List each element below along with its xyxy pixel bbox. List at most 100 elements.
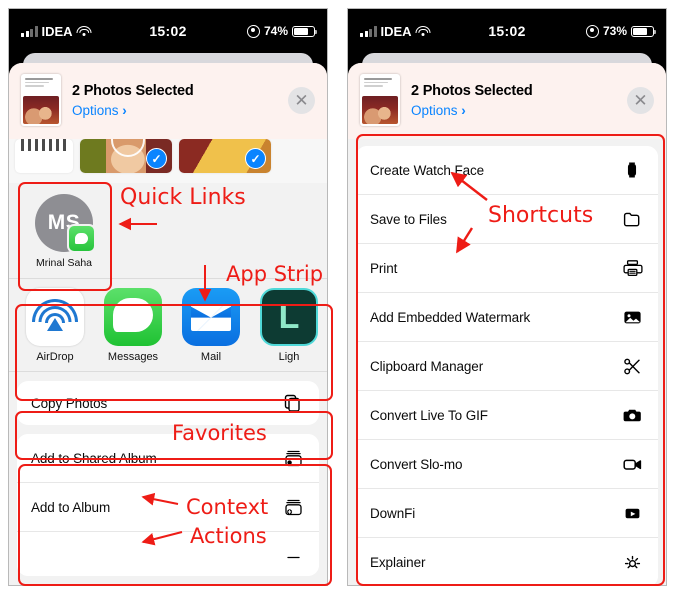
copy-icon bbox=[281, 391, 305, 415]
camera-icon bbox=[620, 403, 644, 427]
partial-row-icon bbox=[281, 542, 305, 566]
row-label: Add Embedded Watermark bbox=[370, 309, 531, 325]
sheet-title: 2 Photos Selected bbox=[72, 82, 194, 99]
row-label: Convert Slo-mo bbox=[370, 456, 463, 472]
row-label: Clipboard Manager bbox=[370, 358, 484, 374]
row-label: Copy Photos bbox=[31, 395, 108, 411]
list-item[interactable]: Convert Slo-mo bbox=[356, 440, 658, 489]
scissors-icon bbox=[620, 354, 644, 378]
photo-thumbnail bbox=[360, 74, 400, 126]
app-lightroom[interactable]: L Ligh bbox=[259, 288, 319, 363]
cellular-bars-icon bbox=[21, 25, 38, 37]
options-label: Options bbox=[411, 102, 458, 118]
quick-link-name: Mrinal Saha bbox=[35, 257, 93, 269]
shortcuts-card: Create Watch Face Save to Files Print Ad… bbox=[356, 146, 658, 585]
list-item[interactable]: Add to Shared Album bbox=[17, 434, 319, 484]
wifi-icon bbox=[76, 25, 92, 37]
play-icon bbox=[620, 501, 644, 525]
context-actions-card: Add to Shared Album Add to Album bbox=[17, 434, 319, 577]
selected-check-icon: ✓ bbox=[146, 148, 167, 169]
share-sheet-body: 2 Photos Selected Options › ✕ Create Wat… bbox=[348, 63, 666, 585]
app-label: Messages bbox=[107, 351, 159, 364]
folder-icon bbox=[620, 207, 644, 231]
sparkle-icon bbox=[620, 551, 644, 575]
row-label: DownFi bbox=[370, 505, 416, 521]
list-item[interactable]: Print bbox=[356, 244, 658, 293]
app-mail[interactable]: Mail bbox=[181, 288, 241, 363]
list-item[interactable]: Explainer bbox=[356, 538, 658, 585]
app-messages[interactable]: Messages bbox=[103, 288, 163, 363]
rotation-lock-icon bbox=[246, 24, 260, 38]
row-label: Add to Shared Album bbox=[31, 450, 157, 466]
phone-panel-left: IDEA 15:02 74% 2 Photos Selected Options… bbox=[8, 8, 328, 586]
share-sheet-right: 2 Photos Selected Options › ✕ Create Wat… bbox=[348, 53, 666, 585]
photo-strip[interactable]: ✓ ✓ bbox=[9, 139, 327, 183]
battery-percent-label: 73% bbox=[602, 24, 627, 38]
list-item[interactable]: Add Embedded Watermark bbox=[356, 293, 658, 342]
row-label: Add to Album bbox=[31, 499, 111, 515]
watch-icon bbox=[620, 158, 644, 182]
row-label: Convert Live To GIF bbox=[370, 407, 488, 423]
list-item[interactable]: Copy Photos bbox=[17, 381, 319, 426]
sheet-title-group: 2 Photos Selected Options › bbox=[411, 83, 616, 118]
rotation-lock-icon bbox=[585, 24, 599, 38]
close-button[interactable]: ✕ bbox=[288, 86, 315, 114]
quick-link-contact[interactable]: MS Mrinal Saha bbox=[25, 194, 103, 269]
quick-links-section: MS Mrinal Saha bbox=[9, 183, 327, 280]
battery-icon bbox=[292, 25, 317, 37]
close-icon: ✕ bbox=[294, 90, 309, 110]
list-item[interactable]: Save to Files bbox=[356, 195, 658, 244]
app-label: Ligh bbox=[278, 351, 300, 364]
list-item-partial[interactable] bbox=[17, 532, 319, 577]
app-label: AirDrop bbox=[36, 351, 74, 364]
list-item[interactable]: Add to Album bbox=[17, 483, 319, 533]
list-item[interactable]: Create Watch Face bbox=[356, 146, 658, 195]
messages-icon bbox=[104, 288, 162, 347]
close-icon: ✕ bbox=[633, 90, 648, 110]
status-bar-right: IDEA 15:02 73% bbox=[348, 9, 666, 53]
row-label: Create Watch Face bbox=[370, 162, 485, 178]
favorites-card: Copy Photos bbox=[17, 381, 319, 426]
sheet-title: 2 Photos Selected bbox=[411, 82, 533, 99]
sheet-header: 2 Photos Selected Options › ✕ bbox=[9, 63, 327, 139]
status-clock: 15:02 bbox=[149, 23, 187, 39]
phone-panel-right: IDEA 15:02 73% 2 Photos Selected Options… bbox=[347, 8, 667, 586]
mail-icon bbox=[182, 288, 240, 347]
status-clock: 15:02 bbox=[488, 23, 526, 39]
battery-percent-label: 74% bbox=[263, 24, 288, 38]
battery-icon bbox=[631, 25, 656, 37]
status-left-group: IDEA bbox=[360, 24, 488, 39]
wifi-icon bbox=[415, 25, 431, 37]
app-strip-section: AirDrop Messages Mail L Ligh bbox=[9, 279, 327, 373]
lightroom-icon: L bbox=[260, 288, 318, 347]
airdrop-icon bbox=[26, 288, 84, 347]
close-button[interactable]: ✕ bbox=[627, 86, 654, 114]
photo-card[interactable]: ✓ bbox=[80, 139, 172, 173]
carrier-label: IDEA bbox=[380, 23, 412, 39]
cellular-bars-icon bbox=[360, 25, 377, 37]
shared-album-icon bbox=[281, 446, 305, 470]
screenshot-root: IDEA 15:02 74% 2 Photos Selected Options… bbox=[0, 0, 675, 594]
options-link[interactable]: Options › bbox=[411, 103, 616, 118]
share-sheet-left: 2 Photos Selected Options › ✕ ✓ ✓ MS Mri… bbox=[9, 53, 327, 577]
photo-card[interactable]: ✓ bbox=[179, 139, 271, 173]
app-airdrop[interactable]: AirDrop bbox=[25, 288, 85, 363]
list-item[interactable]: DownFi bbox=[356, 489, 658, 538]
chevron-right-icon: › bbox=[122, 102, 127, 118]
options-link[interactable]: Options › bbox=[72, 103, 277, 118]
status-right-group: 73% bbox=[526, 24, 656, 38]
row-label: Save to Files bbox=[370, 211, 447, 227]
list-item[interactable]: Clipboard Manager bbox=[356, 342, 658, 391]
video-icon bbox=[620, 452, 644, 476]
status-right-group: 74% bbox=[187, 24, 317, 38]
options-label: Options bbox=[72, 102, 119, 118]
row-label: Explainer bbox=[370, 555, 426, 570]
list-item[interactable]: Convert Live To GIF bbox=[356, 391, 658, 440]
printer-icon bbox=[620, 256, 644, 280]
photo-thumbnail bbox=[21, 74, 61, 126]
photo-card[interactable] bbox=[15, 139, 73, 173]
image-icon bbox=[620, 305, 644, 329]
avatar: MS bbox=[35, 194, 96, 253]
messages-badge-icon bbox=[67, 224, 96, 253]
chevron-right-icon: › bbox=[461, 102, 466, 118]
